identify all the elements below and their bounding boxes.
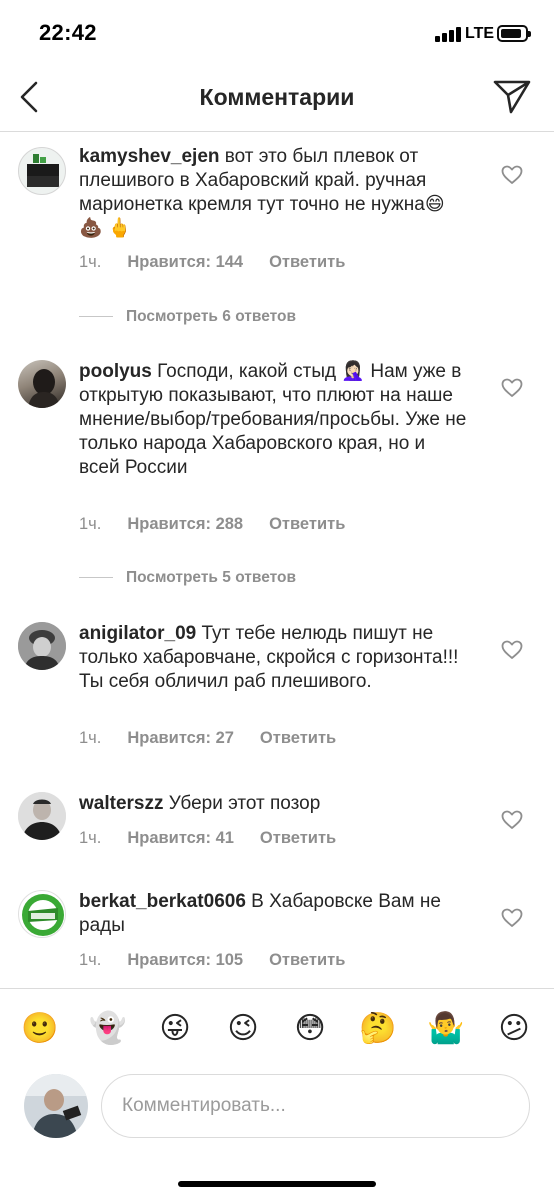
reply-button[interactable]: Ответить	[260, 729, 336, 747]
view-replies-button[interactable]: Посмотреть 6 ответов	[79, 308, 296, 326]
avatar-photo	[18, 622, 66, 670]
heart-icon[interactable]	[501, 378, 523, 398]
divider-line	[79, 316, 113, 318]
comment-meta: 1ч. Нравится: 288 Ответить	[79, 515, 345, 534]
heart-icon[interactable]	[501, 165, 523, 185]
heart-icon[interactable]	[501, 810, 523, 830]
heart-icon[interactable]	[501, 640, 523, 660]
status-time: 22:42	[39, 20, 97, 45]
comment-time: 1ч.	[79, 729, 102, 747]
heart-icon[interactable]	[501, 908, 523, 928]
direct-message-button[interactable]	[492, 78, 532, 116]
avatar-photo	[28, 369, 60, 408]
comment-meta: 1ч. Нравится: 144 Ответить	[79, 253, 345, 272]
comment-username[interactable]: poolyus	[79, 361, 152, 382]
comment-username[interactable]: kamyshev_ejen	[79, 146, 220, 167]
emoji-slightly-smiling-button[interactable]: 🙂	[20, 1009, 60, 1049]
comment-likes[interactable]: Нравится: 41	[127, 829, 234, 847]
current-user-avatar	[24, 1074, 88, 1138]
network-label: LTE	[465, 25, 495, 42]
emoji-flushed-button[interactable]: 😳	[290, 1009, 330, 1049]
avatar[interactable]	[18, 792, 66, 840]
emoji-thinking-button[interactable]: 🤔	[358, 1009, 398, 1049]
emoji-shrug-button[interactable]: 🤷‍♂️	[426, 1009, 466, 1049]
view-replies-label: Посмотреть 6 ответов	[126, 308, 296, 325]
avatar[interactable]	[18, 360, 66, 408]
divider-line	[79, 577, 113, 579]
comment-body: anigilator_09 Тут тебе нелюдь пишут не т…	[79, 622, 469, 694]
view-replies-label: Посмотреть 5 ответов	[126, 569, 296, 586]
berkat-logo-icon	[22, 894, 64, 936]
emoji-bar: 🙂 👻 😜 😉 😳 🤔 🤷‍♂️ 😕	[0, 988, 554, 1068]
page-title: Комментарии	[199, 84, 355, 110]
comment-likes[interactable]: Нравится: 27	[127, 729, 234, 747]
emoji-wink-button[interactable]: 😉	[223, 1009, 263, 1049]
reply-button[interactable]: Ответить	[269, 951, 345, 969]
view-replies-button[interactable]: Посмотреть 5 ответов	[79, 569, 296, 587]
comment-meta: 1ч. Нравится: 41 Ответить	[79, 829, 336, 848]
comment-likes[interactable]: Нравится: 105	[127, 951, 243, 969]
avatar[interactable]	[18, 147, 66, 195]
avatar-photo	[18, 792, 66, 840]
comment-body: poolyus Господи, какой стыд 🤦🏻‍♀️ Нам уж…	[79, 360, 469, 480]
avatar[interactable]	[18, 622, 66, 670]
comment-body: berkat_berkat0606 В Хабаровске Вам не ра…	[79, 890, 469, 938]
avatar[interactable]	[18, 890, 66, 938]
emoji-confused-button[interactable]: 😕	[494, 1009, 534, 1049]
reply-button[interactable]: Ответить	[269, 253, 345, 271]
reply-button[interactable]: Ответить	[269, 515, 345, 533]
emoji-winking-tongue-button[interactable]: 😜	[155, 1009, 195, 1049]
comment-meta: 1ч. Нравится: 27 Ответить	[79, 729, 336, 748]
comment-likes[interactable]: Нравится: 144	[127, 253, 243, 271]
comment-time: 1ч.	[79, 253, 102, 271]
nav-header: Комментарии	[0, 66, 554, 132]
home-indicator[interactable]	[178, 1181, 376, 1187]
comment-meta: 1ч. Нравится: 105 Ответить	[79, 951, 345, 970]
reply-button[interactable]: Ответить	[260, 829, 336, 847]
comment-time: 1ч.	[79, 829, 102, 847]
battery-icon	[497, 25, 531, 42]
comment-time: 1ч.	[79, 951, 102, 969]
emoji-ghost-button[interactable]: 👻	[88, 1009, 128, 1049]
comment-body: kamyshev_ejen вот это был плевок от плеш…	[79, 145, 469, 241]
comment-username[interactable]: anigilator_09	[79, 623, 196, 644]
comment-likes[interactable]: Нравится: 288	[127, 515, 243, 533]
comment-body: walterszz Убери этот позор	[79, 792, 469, 816]
comment-input[interactable]	[101, 1074, 530, 1138]
paper-plane-icon	[493, 80, 531, 114]
comment-username[interactable]: walterszz	[79, 793, 163, 814]
comment-time: 1ч.	[79, 515, 102, 533]
comment-text: Убери этот позор	[168, 793, 321, 814]
status-bar: 22:42 LTE	[0, 0, 554, 66]
avatar-logo	[27, 154, 59, 187]
signal-icon	[435, 26, 461, 42]
avatar-photo	[24, 1074, 88, 1138]
comment-username[interactable]: berkat_berkat0606	[79, 891, 246, 912]
